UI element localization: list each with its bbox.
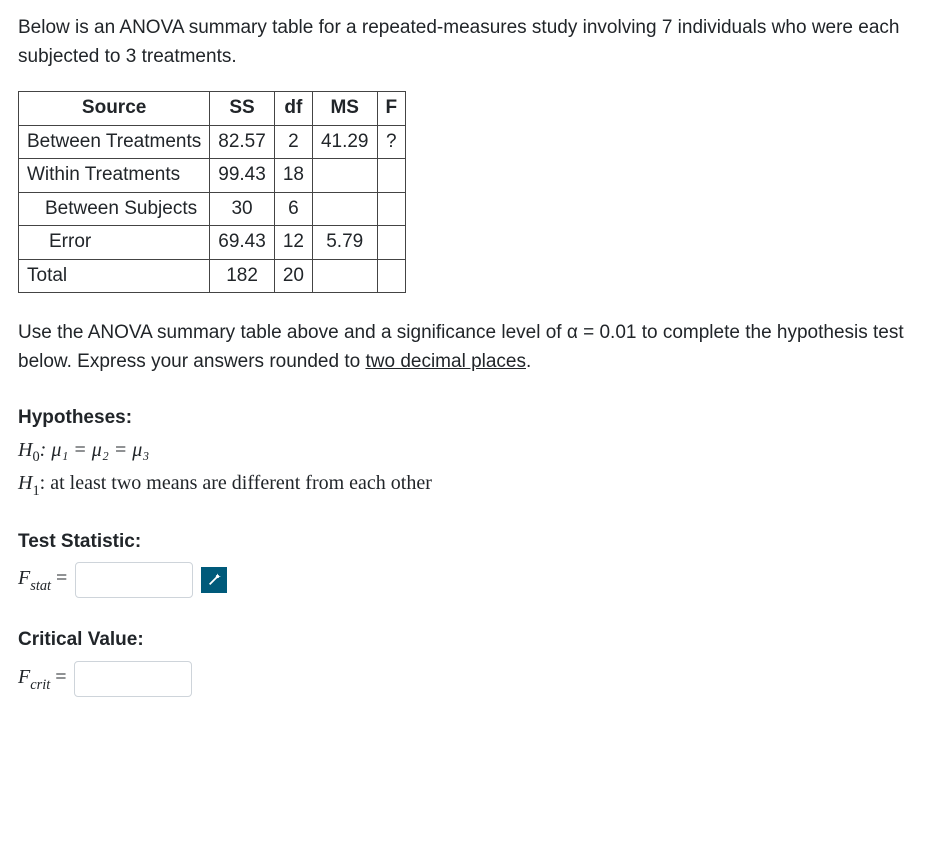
table-row: Between Treatments 82.57 2 41.29 ? xyxy=(19,125,406,159)
h0-body: : μ₁ = μ₂ = μ₃ xyxy=(40,439,150,461)
fstat-sym: F xyxy=(18,567,30,589)
h0-sym: H xyxy=(18,439,32,461)
cell-ss: 69.43 xyxy=(210,226,275,260)
fstat-sub: stat xyxy=(30,578,51,594)
col-ss: SS xyxy=(210,92,275,126)
fcrit-input[interactable] xyxy=(74,661,192,697)
equals-sign: = xyxy=(50,666,66,688)
table-header-row: Source SS df MS F xyxy=(19,92,406,126)
cell-ss: 99.43 xyxy=(210,159,275,193)
fcrit-sub: crit xyxy=(30,677,50,693)
cell-source: Error xyxy=(19,226,210,260)
fcrit-row: Fcrit = xyxy=(18,661,923,697)
instructions-text: Use the ANOVA summary table above and a … xyxy=(18,319,923,376)
hypotheses-title: Hypotheses: xyxy=(18,404,923,433)
cell-f xyxy=(377,259,406,293)
cell-df: 20 xyxy=(274,259,312,293)
fstat-row: Fstat = xyxy=(18,562,923,598)
cell-ss: 30 xyxy=(210,192,275,226)
cell-f xyxy=(377,159,406,193)
h1-body: : at least two means are different from … xyxy=(40,472,432,494)
instructions-post: . xyxy=(526,351,531,372)
fcrit-sym: F xyxy=(18,666,30,688)
equals-sign: = xyxy=(51,567,67,589)
col-ms: MS xyxy=(312,92,377,126)
critical-value-title: Critical Value: xyxy=(18,626,923,655)
table-row: Total 182 20 xyxy=(19,259,406,293)
fcrit-label: Fcrit = xyxy=(18,662,66,696)
cell-ss: 182 xyxy=(210,259,275,293)
cell-f: ? xyxy=(377,125,406,159)
fstat-input[interactable] xyxy=(75,562,193,598)
cell-f xyxy=(377,226,406,260)
cell-df: 6 xyxy=(274,192,312,226)
h1-sym: H xyxy=(18,472,32,494)
cell-source: Between Treatments xyxy=(19,125,210,159)
formula-tool-button[interactable] xyxy=(201,567,227,593)
cell-df: 12 xyxy=(274,226,312,260)
instructions-underlined: two decimal places xyxy=(365,351,526,372)
cell-ms xyxy=(312,159,377,193)
fstat-label: Fstat = xyxy=(18,563,67,597)
cell-ms xyxy=(312,259,377,293)
h1-sub: 1 xyxy=(32,483,39,499)
h0-sub: 0 xyxy=(32,449,39,465)
cell-ms: 41.29 xyxy=(312,125,377,159)
table-row: Between Subjects 30 6 xyxy=(19,192,406,226)
cell-source: Total xyxy=(19,259,210,293)
cell-source: Within Treatments xyxy=(19,159,210,193)
col-source: Source xyxy=(19,92,210,126)
cell-source: Between Subjects xyxy=(19,192,210,226)
h0-line: H0: μ₁ = μ₂ = μ₃ xyxy=(18,435,923,469)
cell-ss: 82.57 xyxy=(210,125,275,159)
cell-f xyxy=(377,192,406,226)
h1-line: H1: at least two means are different fro… xyxy=(18,468,923,502)
col-df: df xyxy=(274,92,312,126)
table-row: Error 69.43 12 5.79 xyxy=(19,226,406,260)
cell-ms xyxy=(312,192,377,226)
test-statistic-title: Test Statistic: xyxy=(18,528,923,557)
table-row: Within Treatments 99.43 18 xyxy=(19,159,406,193)
anova-table: Source SS df MS F Between Treatments 82.… xyxy=(18,91,406,293)
col-f: F xyxy=(377,92,406,126)
cell-df: 18 xyxy=(274,159,312,193)
cell-ms: 5.79 xyxy=(312,226,377,260)
intro-text: Below is an ANOVA summary table for a re… xyxy=(18,14,923,71)
wand-icon xyxy=(207,573,221,587)
cell-df: 2 xyxy=(274,125,312,159)
